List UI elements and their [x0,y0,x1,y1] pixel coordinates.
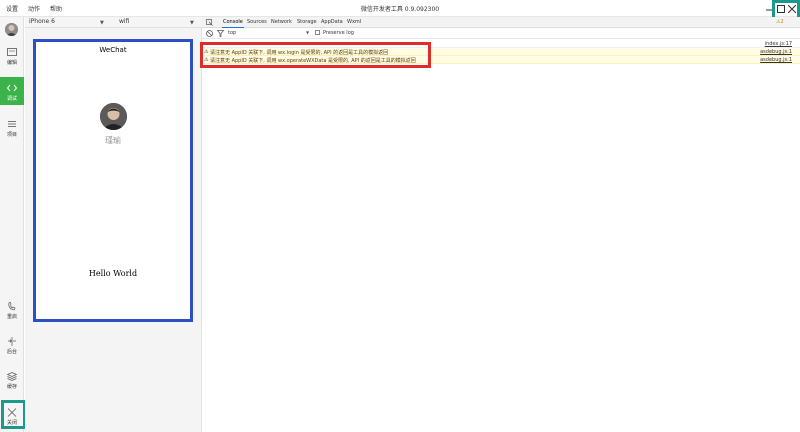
user-avatar-icon [100,103,127,130]
sidebar-item-project[interactable]: 项目 [0,117,24,139]
cache-icon [7,372,17,381]
nav-title: WeChat [99,46,127,54]
console-source-link[interactable]: asdebug.js:1 [760,49,792,55]
restart-icon [8,302,16,311]
background-icon [8,337,16,346]
sidebar-item-label: 缓存 [6,384,17,390]
hello-text: Hello World [88,269,138,278]
tab-appdata[interactable]: AppData [321,19,343,25]
user-avatar-icon [5,23,18,36]
sidebar-item-label: 编辑 [6,60,17,66]
annotation-box-close [1,400,26,429]
clear-console-icon[interactable] [206,30,213,37]
tab-console[interactable]: Console [222,19,244,28]
phone-screen: WeChat 瑾瑜 Hello World [33,39,193,322]
user-nickname: 瑾瑜 [105,136,121,145]
sidebar-item-cache[interactable]: 缓存 [0,369,24,391]
console-output: index.js:17 ⚠ 请注意无 AppID 关联下, 调用 wx.logi… [202,39,800,432]
chevron-down-icon[interactable]: ▼ [190,20,194,26]
warning-count-badge[interactable]: ⚠2 [776,19,784,25]
avatar[interactable] [5,23,18,36]
title-bar: 设置 动作 帮助 微信开发者工具 0.9.092300 [0,0,800,17]
console-source-link[interactable]: index.js:17 [765,41,792,47]
network-select[interactable]: wifi [119,18,129,25]
sidebar-item-restart[interactable]: 重启 [0,299,24,321]
filter-icon[interactable] [217,30,224,37]
tab-storage[interactable]: Storage [297,19,317,25]
preserve-log-checkbox[interactable] [315,30,320,35]
device-toolbar: iPhone 6 ▼ wifi ▼ [25,17,202,28]
sidebar-item-label: 项目 [6,132,17,138]
tab-sources[interactable]: Sources [247,19,267,25]
chevron-down-icon[interactable]: ▼ [306,30,309,35]
console-toolbar: top ▼ Preserve log [202,28,800,39]
chevron-down-icon[interactable]: ▼ [100,20,104,26]
editor-icon [7,48,17,56]
sidebar-item-background[interactable]: 后台 [0,334,24,356]
tab-wxml[interactable]: Wxml [347,19,361,25]
sidebar: 编辑 调试 项目 重启 后台 缓存 关闭 [0,17,24,432]
user-avatar[interactable] [100,103,127,130]
project-icon [8,121,16,127]
preserve-log-label: Preserve log [323,30,354,36]
inspect-icon[interactable] [206,19,213,26]
tab-network[interactable]: Network [271,19,292,25]
sidebar-item-debug[interactable]: 调试 [0,77,24,105]
sidebar-item-editor[interactable]: 编辑 [0,45,24,69]
window-title: 微信开发者工具 0.9.092300 [360,6,440,13]
context-select[interactable]: top [228,30,236,36]
annotation-box-warnings [200,42,431,68]
sidebar-item-label: 后台 [6,349,17,355]
simulator-panel: WeChat 瑾瑜 Hello World [25,28,202,432]
devtools-tabbar: Console Sources Network Storage AppData … [202,17,800,28]
device-select[interactable]: iPhone 6 [29,18,55,25]
sidebar-item-label: 调试 [6,96,17,102]
sidebar-item-label: 重启 [6,314,17,320]
console-source-link[interactable]: asdebug.js:1 [760,57,792,63]
debug-icon [7,84,17,92]
